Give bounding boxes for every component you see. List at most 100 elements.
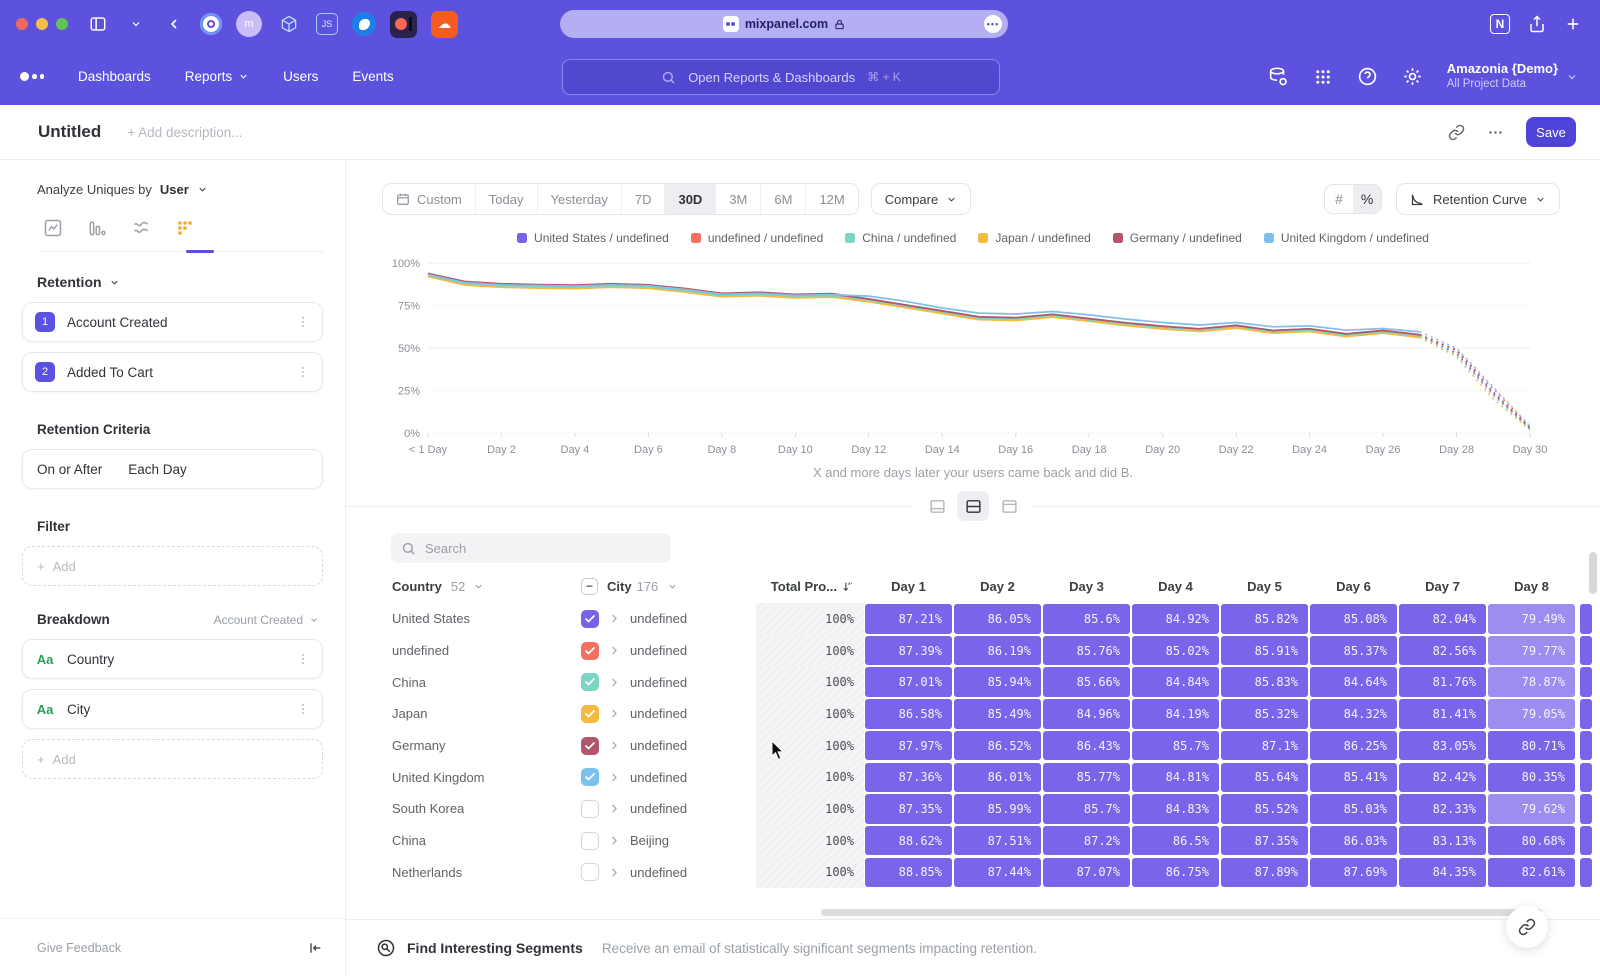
range-today[interactable]: Today xyxy=(476,184,538,214)
layout-bottom-panel-button[interactable] xyxy=(921,491,953,521)
url-bar[interactable]: mixpanel.com ••• xyxy=(560,10,1008,38)
vertical-scrollbar[interactable] xyxy=(1589,552,1597,594)
select-all-checkbox[interactable]: − xyxy=(581,578,598,595)
collapse-sidebar-icon[interactable] xyxy=(307,940,323,956)
count-unit-button[interactable]: # xyxy=(1325,185,1353,213)
new-tab-icon[interactable] xyxy=(1564,15,1582,33)
mixpanel-logo[interactable] xyxy=(20,72,44,81)
day-column-header[interactable]: Day 4 xyxy=(1131,579,1220,594)
range-7d[interactable]: 7D xyxy=(622,184,666,214)
row-checkbox[interactable] xyxy=(581,832,599,850)
nav-reports[interactable]: Reports xyxy=(185,69,249,84)
expand-chevron-icon[interactable] xyxy=(608,866,621,879)
help-icon[interactable] xyxy=(1357,66,1378,87)
legend-item[interactable]: Japan / undefined xyxy=(978,231,1090,245)
expand-chevron-icon[interactable] xyxy=(608,612,621,625)
tab-insights[interactable] xyxy=(42,217,64,239)
day-column-header[interactable]: Day 2 xyxy=(953,579,1042,594)
row-checkbox[interactable] xyxy=(581,737,599,755)
table-search-input[interactable] xyxy=(425,541,645,556)
legend-item[interactable]: undefined / undefined xyxy=(691,231,823,245)
breakdown-card-city[interactable]: Aa City xyxy=(22,689,323,729)
analyze-entity-dropdown[interactable]: User xyxy=(160,182,189,197)
day-column-header[interactable]: Day 6 xyxy=(1309,579,1398,594)
range-12m[interactable]: 12M xyxy=(806,184,857,214)
total-column-header[interactable]: Total Pro... xyxy=(756,579,864,594)
criteria-each-day[interactable]: Each Day xyxy=(128,462,187,477)
target-extension-icon[interactable] xyxy=(200,13,222,35)
country-column-header[interactable]: Country 52 xyxy=(376,579,581,594)
nav-dashboards[interactable]: Dashboards xyxy=(78,69,151,84)
give-feedback-link[interactable]: Give Feedback xyxy=(37,941,121,955)
criteria-on-or-after[interactable]: On or After xyxy=(37,462,102,477)
bird-extension-icon[interactable] xyxy=(352,12,376,36)
retention-criteria-card[interactable]: On or After Each Day xyxy=(22,449,323,489)
compare-button[interactable]: Compare xyxy=(871,183,971,215)
day-column-header[interactable]: Day 8 xyxy=(1487,579,1576,594)
more-options-icon[interactable] xyxy=(1487,124,1504,141)
row-checkbox[interactable] xyxy=(581,863,599,881)
breakdown-scope-dropdown[interactable]: Account Created xyxy=(214,613,319,627)
chart-type-dropdown[interactable]: Retention Curve xyxy=(1396,183,1560,215)
row-checkbox[interactable] xyxy=(581,705,599,723)
day-column-header[interactable]: Day 5 xyxy=(1220,579,1309,594)
copy-link-icon[interactable] xyxy=(1448,124,1465,141)
interesting-segments-bar[interactable]: Find Interesting Segments Receive an ema… xyxy=(346,919,1600,976)
step-card-added-to-cart[interactable]: 2 Added To Cart xyxy=(22,352,323,392)
expand-chevron-icon[interactable] xyxy=(608,834,621,847)
m-extension-icon[interactable]: m xyxy=(236,11,262,37)
expand-chevron-icon[interactable] xyxy=(608,771,621,784)
save-button[interactable]: Save xyxy=(1526,117,1576,147)
zoom-window-button[interactable] xyxy=(56,18,68,30)
day-column-header[interactable]: Day 7 xyxy=(1398,579,1487,594)
data-management-icon[interactable] xyxy=(1267,66,1289,88)
back-button[interactable] xyxy=(162,12,186,36)
row-checkbox[interactable] xyxy=(581,642,599,660)
more-vertical-icon[interactable] xyxy=(296,365,310,379)
layout-split-panel-button[interactable] xyxy=(957,491,989,521)
sidebar-toggle-icon[interactable] xyxy=(86,12,110,36)
more-vertical-icon[interactable] xyxy=(296,702,310,716)
expand-chevron-icon[interactable] xyxy=(608,707,621,720)
js-extension-icon[interactable]: JS xyxy=(316,13,338,35)
day-column-header[interactable]: Day 1 xyxy=(864,579,953,594)
city-column-header[interactable]: − City 176 xyxy=(581,578,756,595)
cube-extension-icon[interactable] xyxy=(276,11,302,37)
project-switcher[interactable]: Amazonia {Demo} All Project Data xyxy=(1447,61,1578,92)
legend-item[interactable]: United States / undefined xyxy=(517,231,669,245)
horizontal-scrollbar[interactable] xyxy=(821,909,1542,916)
row-checkbox[interactable] xyxy=(581,800,599,818)
retention-section-header[interactable]: Retention xyxy=(37,274,323,290)
patreon-extension-icon[interactable] xyxy=(390,11,417,38)
row-checkbox[interactable] xyxy=(581,768,599,786)
legend-item[interactable]: China / undefined xyxy=(845,231,956,245)
tab-flows[interactable] xyxy=(130,217,152,239)
add-filter-button[interactable]: +Add xyxy=(22,546,323,586)
minimize-window-button[interactable] xyxy=(36,18,48,30)
legend-item[interactable]: United Kingdom / undefined xyxy=(1264,231,1429,245)
settings-gear-icon[interactable] xyxy=(1402,66,1423,87)
range-30d[interactable]: 30D xyxy=(665,184,716,214)
row-checkbox[interactable] xyxy=(581,610,599,628)
more-vertical-icon[interactable] xyxy=(296,315,310,329)
soundcloud-extension-icon[interactable]: ☁ xyxy=(431,11,458,38)
add-description-field[interactable]: + Add description... xyxy=(127,125,242,140)
breakdown-card-country[interactable]: Aa Country xyxy=(22,639,323,679)
table-search[interactable] xyxy=(391,533,671,563)
close-window-button[interactable] xyxy=(16,18,28,30)
apps-grid-icon[interactable] xyxy=(1313,67,1333,87)
expand-chevron-icon[interactable] xyxy=(608,644,621,657)
range-custom[interactable]: Custom xyxy=(383,184,476,214)
url-options-button[interactable]: ••• xyxy=(984,15,1002,33)
range-6m[interactable]: 6M xyxy=(761,184,806,214)
nav-events[interactable]: Events xyxy=(352,69,393,84)
report-title[interactable]: Untitled xyxy=(38,122,101,142)
tab-funnels[interactable] xyxy=(86,217,108,239)
share-icon[interactable] xyxy=(1528,15,1546,33)
percent-unit-button[interactable]: % xyxy=(1353,185,1381,213)
range-3m[interactable]: 3M xyxy=(716,184,761,214)
more-vertical-icon[interactable] xyxy=(296,652,310,666)
range-yesterday[interactable]: Yesterday xyxy=(538,184,622,214)
nav-users[interactable]: Users xyxy=(283,69,318,84)
chevron-down-icon[interactable] xyxy=(124,12,148,36)
